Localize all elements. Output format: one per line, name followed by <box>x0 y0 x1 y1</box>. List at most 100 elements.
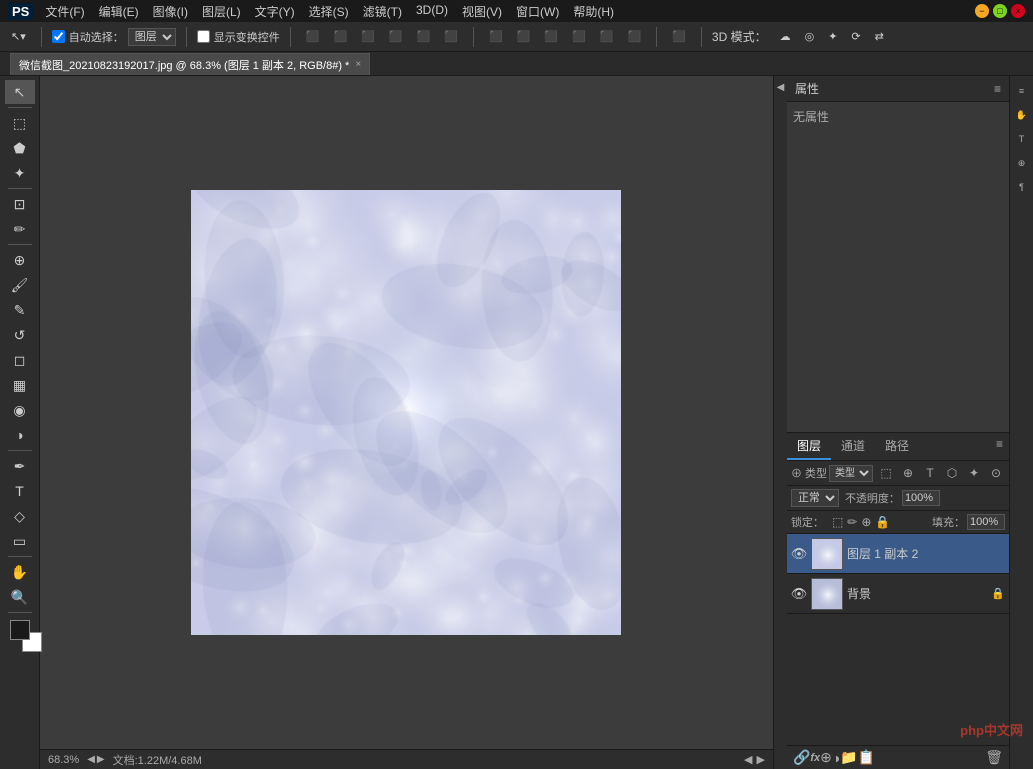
dodge-tool[interactable]: ◑ <box>5 423 35 447</box>
3d-btn3[interactable]: ✦ <box>823 27 842 46</box>
distribute-center-btn[interactable]: ⬛ <box>512 27 536 46</box>
right-icon-3[interactable]: T <box>1011 128 1033 150</box>
close-button[interactable]: × <box>1011 4 1025 18</box>
auto-select-checkbox[interactable]: 自动选择： 图层 <box>52 28 176 46</box>
foreground-color[interactable] <box>10 620 30 640</box>
crop-tool[interactable]: ⊡ <box>5 192 35 216</box>
path-tool[interactable]: ◇ <box>5 504 35 528</box>
3d-btn5[interactable]: ⇄ <box>870 27 889 46</box>
filter-icon3[interactable]: T <box>921 464 939 482</box>
delete-layer-btn[interactable]: 🗑 <box>985 749 1003 766</box>
history-brush[interactable]: ↺ <box>5 323 35 347</box>
align-top-btn[interactable]: ⬛ <box>384 27 408 46</box>
eraser-tool[interactable]: ◻ <box>5 348 35 372</box>
tab-channels[interactable]: 通道 <box>831 433 875 460</box>
maximize-button[interactable]: □ <box>993 4 1007 18</box>
blur-tool[interactable]: ◉ <box>5 398 35 422</box>
lock-position-icon[interactable]: ✏ <box>847 515 857 529</box>
menu-filter[interactable]: 滤镜(T) <box>357 1 408 22</box>
arrange-btn[interactable]: ⬛ <box>667 27 691 46</box>
right-icon-5[interactable]: ¶ <box>1011 176 1033 198</box>
distribute-right-btn[interactable]: ⬛ <box>539 27 563 46</box>
magic-wand-tool[interactable]: ✦ <box>5 161 35 185</box>
opacity-input[interactable] <box>902 490 940 506</box>
layer-item-0[interactable]: 👁 图层 1 副本 2 <box>787 534 1009 574</box>
lock-artboard-icon[interactable]: ⊕ <box>861 515 871 529</box>
status-nav-btn[interactable]: ◀ <box>744 753 752 766</box>
gradient-tool[interactable]: ▦ <box>5 373 35 397</box>
status-arrow-left[interactable]: ◀ <box>87 754 95 765</box>
document-tab[interactable]: 微信截图_20210823192017.jpg @ 68.3% (图层 1 副本… <box>10 53 370 75</box>
tab-close-button[interactable]: × <box>355 59 361 70</box>
lasso-tool[interactable]: ⬟ <box>5 136 35 160</box>
menu-select[interactable]: 选择(S) <box>303 1 355 22</box>
3d-btn4[interactable]: ⟳ <box>846 27 865 46</box>
filter-toggle[interactable]: ⊙ <box>987 464 1005 482</box>
filter-icon1[interactable]: ⬚ <box>877 464 895 482</box>
3d-btn2[interactable]: ◎ <box>800 27 820 46</box>
layer-type-select[interactable]: 图层 <box>128 28 176 46</box>
adjustment-btn[interactable]: ◑ <box>832 750 840 766</box>
align-left-btn[interactable]: ⬛ <box>301 27 325 46</box>
distribute-mid-btn[interactable]: ⬛ <box>595 27 619 46</box>
panel-collapse-handle[interactable]: ◀ <box>773 76 787 769</box>
show-transform-checkbox[interactable]: 显示变换控件 <box>197 29 280 45</box>
right-icon-4[interactable]: ⊕ <box>1011 152 1033 174</box>
link-layers-btn[interactable]: 🔗 <box>793 749 810 766</box>
align-center-btn[interactable]: ⬛ <box>328 27 352 46</box>
distribute-top-btn[interactable]: ⬛ <box>567 27 591 46</box>
new-group-btn[interactable]: 📁 <box>840 749 857 766</box>
fill-input[interactable] <box>967 514 1005 530</box>
align-right-btn[interactable]: ⬛ <box>356 27 380 46</box>
filter-type-select[interactable]: 类型 <box>829 465 873 482</box>
new-layer-btn[interactable]: 📋 <box>858 749 875 766</box>
pen-tool[interactable]: ✒ <box>5 454 35 478</box>
menu-help[interactable]: 帮助(H) <box>567 1 620 22</box>
brush-tool[interactable]: 🖌 <box>5 273 35 297</box>
eyedropper-tool[interactable]: ✏ <box>5 217 35 241</box>
distribute-left-btn[interactable]: ⬛ <box>484 27 508 46</box>
tab-layers[interactable]: 图层 <box>787 433 831 460</box>
auto-select-input[interactable] <box>52 30 65 43</box>
move-tool-option[interactable]: ↖▾ <box>6 27 31 46</box>
fx-btn[interactable]: fx <box>810 752 820 764</box>
distribute-bottom-btn[interactable]: ⬛ <box>622 27 646 46</box>
menu-text[interactable]: 文字(Y) <box>249 1 301 22</box>
stamp-tool[interactable]: ✎ <box>5 298 35 322</box>
3d-btn1[interactable]: ☁ <box>775 27 796 46</box>
zoom-tool[interactable]: 🔍 <box>5 585 35 609</box>
align-middle-btn[interactable]: ⬛ <box>412 27 436 46</box>
shape-tool[interactable]: ▭ <box>5 529 35 553</box>
heal-tool[interactable]: ⊕ <box>5 248 35 272</box>
filter-icon5[interactable]: ✦ <box>965 464 983 482</box>
menu-file[interactable]: 文件(F) <box>39 1 90 22</box>
menu-window[interactable]: 窗口(W) <box>510 1 565 22</box>
layer-visibility-0[interactable]: 👁 <box>791 546 807 562</box>
layers-panel-menu[interactable]: ≡ <box>990 433 1009 460</box>
menu-image[interactable]: 图像(I) <box>147 1 194 22</box>
filter-icon4[interactable]: ⬡ <box>943 464 961 482</box>
filter-icon2[interactable]: ⊕ <box>899 464 917 482</box>
show-transform-input[interactable] <box>197 30 210 43</box>
layer-item-1[interactable]: 👁 背景 🔒 <box>787 574 1009 614</box>
status-arrow-right[interactable]: ▶ <box>97 754 105 765</box>
menu-edit[interactable]: 编辑(E) <box>93 1 145 22</box>
menu-3d[interactable]: 3D(D) <box>410 1 454 22</box>
text-tool[interactable]: T <box>5 479 35 503</box>
lock-pixels-icon[interactable]: ⬚ <box>832 515 843 529</box>
move-tool[interactable]: ↖ <box>5 80 35 104</box>
layer-visibility-1[interactable]: 👁 <box>791 586 807 602</box>
align-bottom-btn[interactable]: ⬛ <box>439 27 463 46</box>
lock-all-icon[interactable]: 🔒 <box>875 515 890 529</box>
status-nav-btn2[interactable]: ▶ <box>756 753 764 766</box>
minimize-button[interactable]: − <box>975 4 989 18</box>
hand-tool[interactable]: ✋ <box>5 560 35 584</box>
color-swatches[interactable] <box>10 620 30 640</box>
tab-paths[interactable]: 路径 <box>875 433 919 460</box>
right-icon-properties[interactable]: ≡ <box>1011 80 1033 102</box>
right-icon-2[interactable]: ✋ <box>1011 104 1033 126</box>
blend-mode-select[interactable]: 正常 <box>791 489 839 507</box>
marquee-tool[interactable]: ⬚ <box>5 111 35 135</box>
add-mask-btn[interactable]: ⊕ <box>820 749 832 766</box>
menu-layer[interactable]: 图层(L) <box>196 1 247 22</box>
